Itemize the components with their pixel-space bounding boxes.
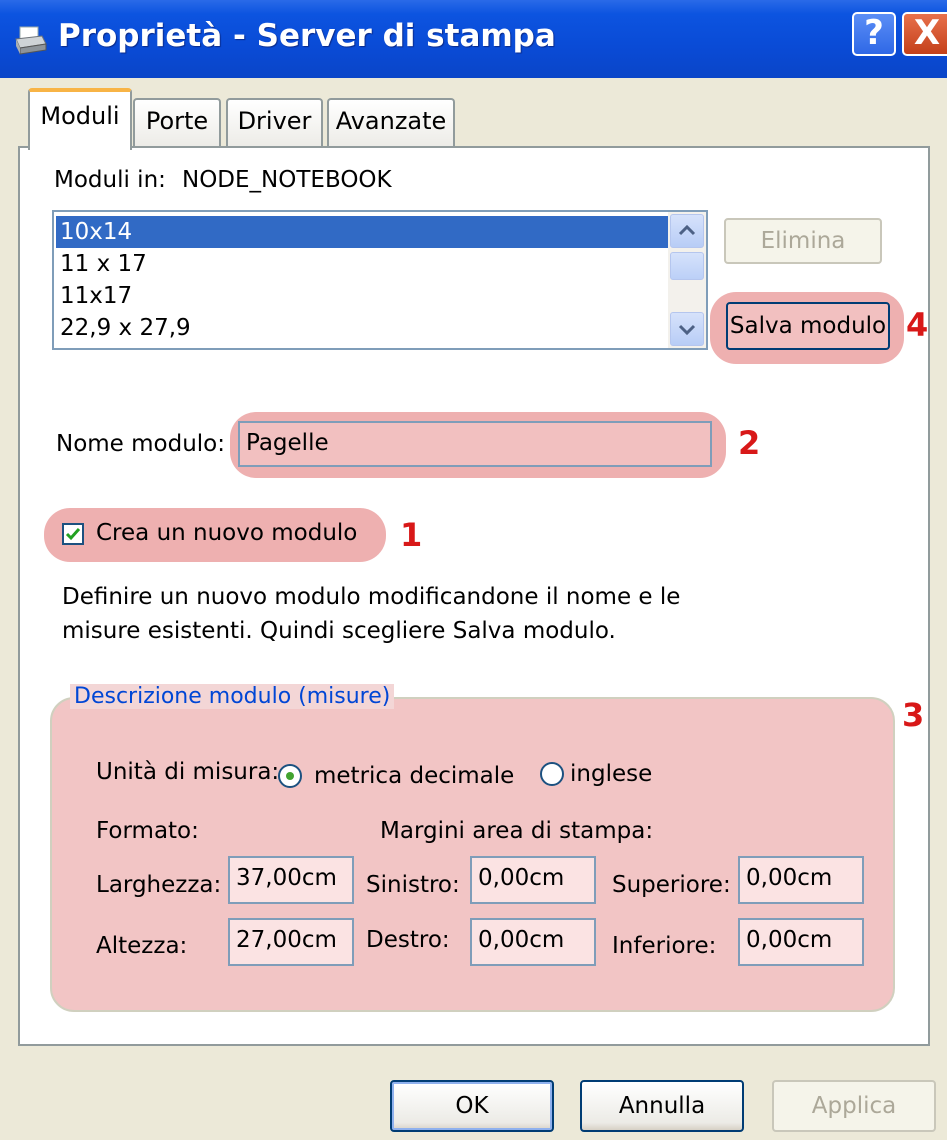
annotation-2: 2 (738, 424, 761, 462)
form-name-input[interactable]: Pagelle (238, 421, 712, 467)
radio-selected-dot (286, 772, 294, 780)
units-label: Unità di misura: (96, 759, 280, 785)
left-margin-input[interactable]: 0,00cm (470, 856, 596, 904)
width-input[interactable]: 37,00cm (228, 856, 354, 904)
width-label: Larghezza: (96, 872, 222, 898)
top-margin-label: Superiore: (612, 872, 731, 898)
server-name: NODE_NOTEBOOK (182, 167, 392, 193)
scroll-up-button[interactable] (670, 214, 704, 248)
title-bar[interactable]: Proprietà - Server di stampa ? X (0, 0, 947, 78)
height-label: Altezza: (96, 933, 188, 959)
annotation-4: 4 (906, 306, 929, 344)
metric-label[interactable]: metrica decimale (314, 763, 514, 789)
listbox-scrollbar[interactable] (668, 212, 706, 348)
list-item[interactable]: 11 x 17 (56, 248, 670, 280)
right-margin-label: Destro: (366, 927, 450, 953)
list-item[interactable]: 22,9 x 27,9 (56, 312, 670, 344)
print-server-properties-window: Proprietà - Server di stampa ? X Moduli … (0, 0, 947, 1140)
group-legend: Descrizione modulo (misure) (70, 684, 395, 709)
tab-porte[interactable]: Porte (133, 98, 221, 148)
help-button[interactable]: ? (852, 12, 896, 56)
tab-avanzate[interactable]: Avanzate (327, 98, 455, 148)
left-margin-label: Sinistro: (366, 872, 460, 898)
save-form-button[interactable]: Salva modulo (726, 302, 890, 350)
form-name-label: Nome modulo: (56, 431, 226, 457)
annotation-3: 3 (902, 696, 925, 734)
help-text-line1: Definire un nuovo modulo modificandone i… (62, 584, 681, 610)
scroll-thumb[interactable] (670, 252, 704, 280)
create-new-checkbox[interactable] (62, 523, 84, 545)
forms-listbox[interactable]: 10x14 11 x 17 11x17 22,9 x 27,9 (52, 210, 708, 350)
annotation-1: 1 (400, 516, 423, 554)
english-radio[interactable] (540, 762, 564, 786)
chevron-down-icon (678, 324, 696, 336)
bottom-margin-input[interactable]: 0,00cm (738, 918, 864, 966)
help-text-line2: misure esistenti. Quindi scegliere Salva… (62, 618, 616, 644)
height-input[interactable]: 27,00cm (228, 918, 354, 966)
margins-label: Margini area di stampa: (380, 818, 654, 844)
window-title: Proprietà - Server di stampa (58, 18, 556, 54)
forms-on-label: Moduli in: (54, 167, 166, 193)
format-label: Formato: (96, 818, 199, 844)
scroll-down-button[interactable] (670, 312, 704, 346)
printer-icon (15, 26, 47, 55)
list-item[interactable]: 11x17 (56, 280, 670, 312)
apply-button[interactable]: Applica (772, 1080, 936, 1132)
top-margin-input[interactable]: 0,00cm (738, 856, 864, 904)
list-item[interactable]: 10x14 (56, 216, 670, 248)
ok-button[interactable]: OK (390, 1080, 554, 1132)
cancel-button[interactable]: Annulla (580, 1080, 744, 1132)
create-new-label[interactable]: Crea un nuovo modulo (96, 520, 357, 546)
tab-moduli[interactable]: Moduli (28, 88, 132, 150)
english-label[interactable]: inglese (570, 761, 652, 787)
checkmark-icon (65, 528, 81, 541)
right-margin-input[interactable]: 0,00cm (470, 918, 596, 966)
close-button[interactable]: X (902, 12, 947, 56)
tab-driver[interactable]: Driver (226, 98, 323, 148)
metric-radio[interactable] (278, 764, 302, 788)
delete-button[interactable]: Elimina (724, 218, 882, 264)
bottom-margin-label: Inferiore: (612, 933, 717, 959)
chevron-up-icon (678, 224, 696, 236)
